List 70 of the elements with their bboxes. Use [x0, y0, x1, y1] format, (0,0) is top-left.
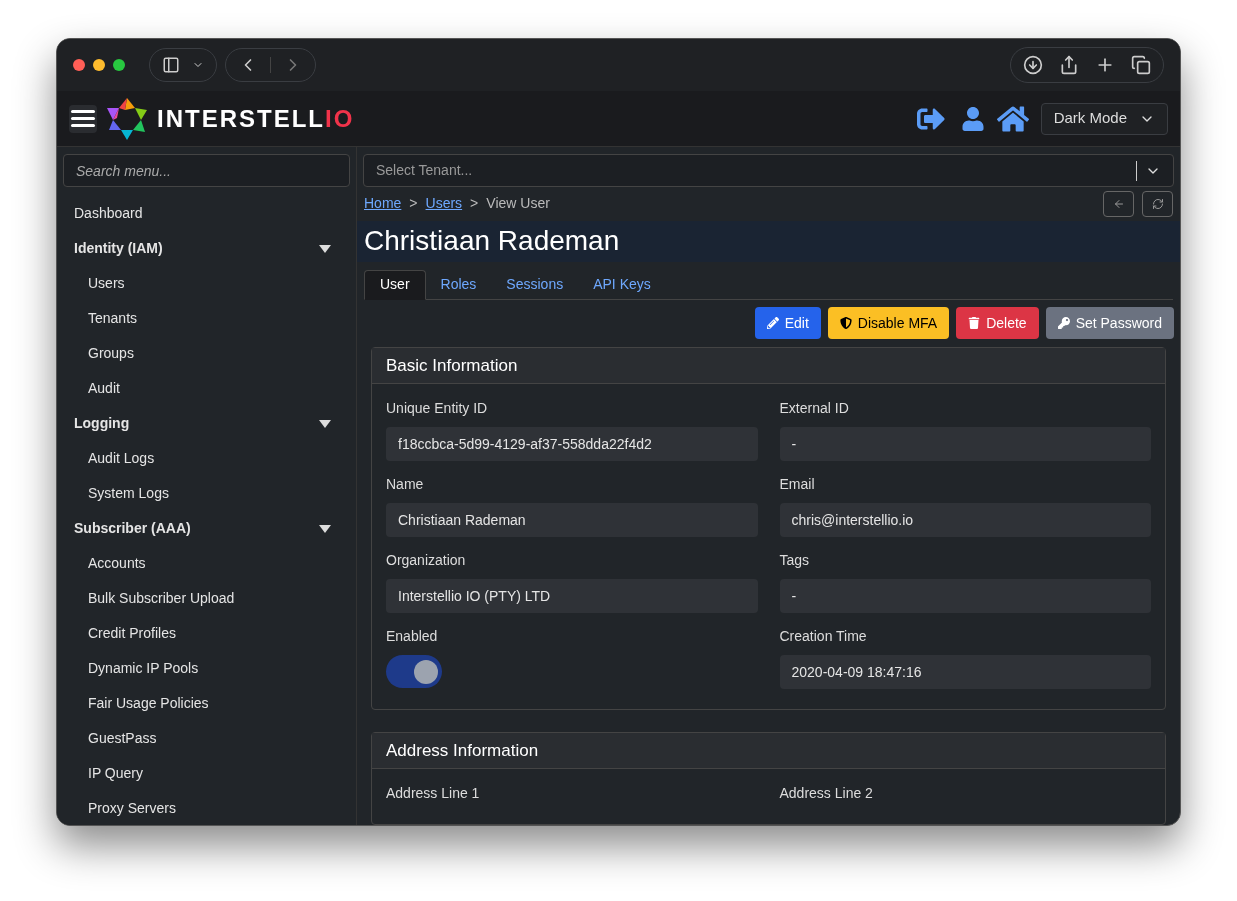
- field-label: Address Line 1: [386, 784, 481, 803]
- page-title: Christiaan Rademan: [357, 220, 1180, 262]
- field-label: Email: [779, 475, 816, 494]
- field-label: Name: [386, 475, 425, 494]
- user-icon[interactable]: [960, 106, 985, 131]
- tab[interactable]: API Keys: [578, 269, 666, 299]
- field-label: Enabled: [386, 627, 439, 646]
- key-icon: [1057, 317, 1070, 329]
- action-button[interactable]: Edit: [754, 307, 821, 339]
- breadcrumb-link[interactable]: Users: [425, 193, 463, 215]
- field-label: External ID: [779, 399, 850, 418]
- sidebar-item[interactable]: Accounts: [63, 546, 350, 581]
- field-value: chris@interstellio.io: [779, 503, 1151, 537]
- field-label: Tags: [779, 551, 811, 570]
- sidebar-item[interactable]: Audit: [63, 371, 350, 406]
- sidebar-item[interactable]: Audit Logs: [63, 441, 350, 476]
- theme-select[interactable]: Dark Mode: [1040, 102, 1168, 135]
- sidebar-item[interactable]: Credit Profiles: [63, 616, 350, 651]
- action-button[interactable]: Disable MFA: [827, 307, 950, 339]
- sidebar-item[interactable]: Tenants: [63, 301, 350, 336]
- sidebar-item[interactable]: IP Query: [63, 756, 350, 791]
- breadcrumb-separator: >: [470, 194, 479, 214]
- sidebar-item[interactable]: GuestPass: [63, 721, 350, 756]
- shield-icon: [839, 317, 852, 329]
- sidebar-item[interactable]: Fair Usage Policies: [63, 686, 350, 721]
- field-value: 2020-04-09 18:47:16: [779, 655, 1151, 689]
- share-icon[interactable]: [1059, 55, 1079, 75]
- sidebar-item[interactable]: Bulk Subscriber Upload: [63, 581, 350, 616]
- field-value: Interstellio IO (PTY) LTD: [386, 579, 758, 613]
- sidebar-item[interactable]: Subscriber (AAA): [63, 511, 350, 546]
- sidebar-item[interactable]: Identity (IAM): [63, 231, 350, 266]
- tenant-select[interactable]: Select Tenant...: [363, 154, 1174, 187]
- field-value: Christiaan Rademan: [386, 503, 758, 537]
- tab[interactable]: User: [364, 269, 426, 300]
- sidebar-item[interactable]: Users: [63, 266, 350, 301]
- breadcrumb-link[interactable]: Home: [364, 193, 402, 215]
- toggle-switch[interactable]: [386, 655, 442, 688]
- field-label: Address Line 2: [779, 784, 874, 803]
- field-value: -: [779, 579, 1151, 613]
- sidebar-item[interactable]: System Logs: [63, 476, 350, 511]
- card-title: Address Information: [372, 733, 1165, 769]
- field-value: f18ccbca-5d99-4129-af37-558dda22f4d2: [386, 427, 758, 461]
- sidebar-item[interactable]: Proxy Servers: [63, 791, 350, 825]
- download-icon[interactable]: [1023, 55, 1043, 75]
- breadcrumb-text: View User: [486, 194, 550, 214]
- field-label: Unique Entity ID: [386, 399, 489, 418]
- card-title: Basic Information: [372, 348, 1165, 384]
- back-button[interactable]: [1103, 190, 1134, 217]
- search-field[interactable]: Search menu...: [63, 154, 350, 187]
- sidebar-item[interactable]: Dynamic IP Pools: [63, 651, 350, 686]
- field-label: Creation Time: [779, 627, 868, 646]
- sidebar-icon: [162, 56, 180, 74]
- sidebar-item[interactable]: Groups: [63, 336, 350, 371]
- tab[interactable]: Roles: [425, 269, 492, 299]
- tabs-icon[interactable]: [1131, 55, 1151, 75]
- tab[interactable]: Sessions: [491, 269, 579, 299]
- action-button[interactable]: Set Password: [1045, 307, 1174, 339]
- field-value: -: [779, 427, 1151, 461]
- refresh-button[interactable]: [1142, 190, 1173, 217]
- refresh-icon: [1151, 197, 1164, 210]
- brand-name: INTERSTELLIO: [157, 103, 355, 134]
- menu-button[interactable]: [69, 104, 97, 133]
- action-button[interactable]: Delete: [956, 307, 1039, 339]
- field-label: Organization: [386, 551, 467, 570]
- trash-icon: [968, 317, 981, 329]
- arrow-left-icon: [1112, 197, 1125, 210]
- sidebar-item[interactable]: Logging: [63, 406, 350, 441]
- sidebar-item[interactable]: Dashboard: [63, 196, 350, 231]
- pencil-icon: [766, 317, 779, 329]
- breadcrumb-separator: >: [409, 194, 418, 214]
